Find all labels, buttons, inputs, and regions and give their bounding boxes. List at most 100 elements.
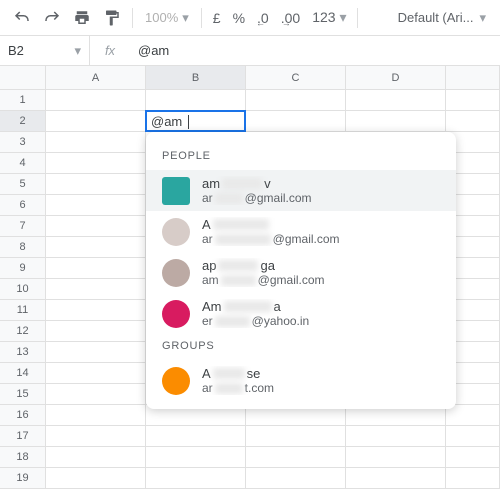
cell[interactable] [446, 405, 500, 426]
cell[interactable] [446, 90, 500, 111]
avatar [162, 300, 190, 328]
cell[interactable] [346, 111, 446, 132]
contact-name: A███████ [202, 217, 440, 232]
currency-button[interactable]: £ [208, 10, 226, 26]
column-header[interactable] [446, 66, 500, 90]
row-header-18[interactable]: 18 [0, 447, 46, 468]
cell[interactable] [346, 447, 446, 468]
row-header-11[interactable]: 11 [0, 300, 46, 321]
cell[interactable] [146, 426, 246, 447]
contact-name: A████se [202, 366, 440, 381]
cell[interactable] [446, 426, 500, 447]
cell[interactable] [246, 426, 346, 447]
cell[interactable] [46, 321, 146, 342]
column-header-B[interactable]: B [146, 66, 246, 90]
cell[interactable] [46, 342, 146, 363]
cell[interactable] [46, 90, 146, 111]
contact-email: ar████████@gmail.com [202, 232, 440, 246]
zoom-select[interactable]: 100%▾ [139, 10, 195, 26]
row-header-4[interactable]: 4 [0, 153, 46, 174]
cell[interactable] [46, 279, 146, 300]
avatar [162, 259, 190, 287]
autocomplete-item[interactable]: A███████ar████████@gmail.com [146, 211, 456, 252]
separator [132, 8, 133, 28]
cell[interactable] [46, 258, 146, 279]
cell[interactable] [146, 447, 246, 468]
cell[interactable] [46, 363, 146, 384]
cell[interactable] [46, 153, 146, 174]
cell[interactable] [246, 90, 346, 111]
percent-button[interactable]: % [228, 10, 250, 26]
cell[interactable] [46, 426, 146, 447]
contact-email: ar████@gmail.com [202, 191, 440, 205]
row-header-5[interactable]: 5 [0, 174, 46, 195]
grid-row: 1 [0, 90, 500, 111]
autocomplete-item[interactable]: ap█████gaam█████@gmail.com [146, 252, 456, 293]
active-cell-editor[interactable]: @am [145, 110, 246, 132]
grid-row: 17 [0, 426, 500, 447]
row-header-3[interactable]: 3 [0, 132, 46, 153]
redo-button[interactable] [38, 4, 66, 32]
cell[interactable] [46, 405, 146, 426]
paint-format-button[interactable] [98, 4, 126, 32]
cell[interactable] [246, 447, 346, 468]
name-box[interactable]: B2▾ [0, 36, 90, 65]
column-headers: ABCD [0, 66, 500, 90]
row-header-6[interactable]: 6 [0, 195, 46, 216]
autocomplete-section-header: GROUPS [146, 334, 456, 360]
cell[interactable] [346, 468, 446, 489]
formula-input[interactable]: @am [130, 43, 500, 58]
row-header-12[interactable]: 12 [0, 321, 46, 342]
cell[interactable] [46, 174, 146, 195]
row-header-17[interactable]: 17 [0, 426, 46, 447]
print-button[interactable] [68, 4, 96, 32]
mention-autocomplete-popup: PEOPLEam█████var████@gmail.comA███████ar… [146, 132, 456, 409]
row-header-7[interactable]: 7 [0, 216, 46, 237]
cell[interactable] [46, 237, 146, 258]
cell[interactable] [246, 111, 346, 132]
autocomplete-item[interactable]: Am██████aer█████@yahoo.in [146, 293, 456, 334]
autocomplete-section-header: PEOPLE [146, 144, 456, 170]
row-header-13[interactable]: 13 [0, 342, 46, 363]
decrease-decimal-button[interactable]: .0← [252, 10, 274, 26]
cell[interactable] [46, 132, 146, 153]
cell[interactable] [446, 447, 500, 468]
cell[interactable] [46, 195, 146, 216]
contact-email: ar████t.com [202, 381, 440, 395]
cell[interactable] [146, 90, 246, 111]
row-header-9[interactable]: 9 [0, 258, 46, 279]
cell[interactable] [446, 111, 500, 132]
column-header-A[interactable]: A [46, 66, 146, 90]
separator [201, 8, 202, 28]
cell[interactable] [46, 300, 146, 321]
contact-name: am█████v [202, 176, 440, 191]
font-select[interactable]: Default (Ari...▾ [392, 10, 492, 26]
autocomplete-item-text: am█████var████@gmail.com [202, 176, 440, 205]
cell[interactable] [346, 426, 446, 447]
row-header-2[interactable]: 2 [0, 111, 46, 132]
row-header-15[interactable]: 15 [0, 384, 46, 405]
cell[interactable] [346, 90, 446, 111]
row-header-14[interactable]: 14 [0, 363, 46, 384]
cell[interactable] [246, 468, 346, 489]
cell[interactable] [46, 384, 146, 405]
row-header-8[interactable]: 8 [0, 237, 46, 258]
cell[interactable] [146, 468, 246, 489]
column-header-C[interactable]: C [246, 66, 346, 90]
cell[interactable] [46, 447, 146, 468]
autocomplete-item[interactable]: A████sear████t.com [146, 360, 456, 401]
increase-decimal-button[interactable]: .00→ [276, 10, 305, 26]
cell[interactable] [46, 468, 146, 489]
undo-button[interactable] [8, 4, 36, 32]
autocomplete-item[interactable]: am█████var████@gmail.com [146, 170, 456, 211]
cell[interactable] [46, 111, 146, 132]
more-formats-button[interactable]: 123 ▾ [307, 9, 351, 26]
row-header-1[interactable]: 1 [0, 90, 46, 111]
row-header-19[interactable]: 19 [0, 468, 46, 489]
row-header-10[interactable]: 10 [0, 279, 46, 300]
row-header-16[interactable]: 16 [0, 405, 46, 426]
cell[interactable] [46, 216, 146, 237]
select-all-corner[interactable] [0, 66, 46, 90]
cell[interactable] [446, 468, 500, 489]
column-header-D[interactable]: D [346, 66, 446, 90]
